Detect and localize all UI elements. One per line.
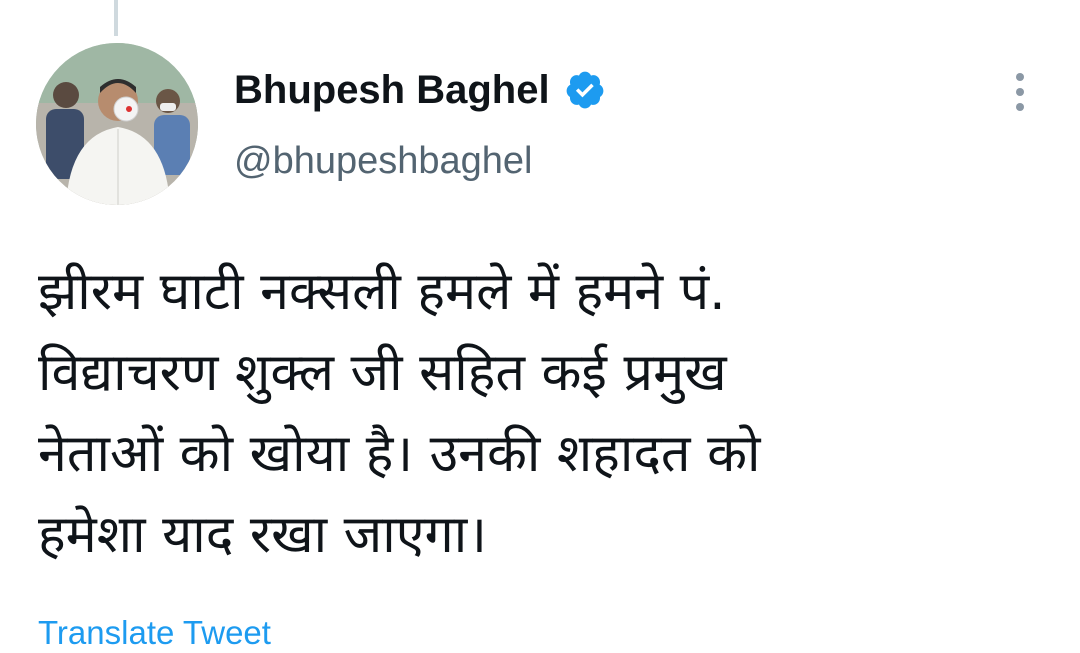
avatar-photo: [36, 43, 198, 205]
tweet-text-line: नेताओं को खोया है। उनकी शहादत को: [38, 424, 761, 484]
tweet-text: झीरम घाटी नक्सली हमले में हमने पं. विद्य…: [38, 252, 1048, 576]
author-handle[interactable]: @bhupeshbaghel: [234, 140, 533, 183]
more-dot: [1016, 103, 1024, 111]
author-display-name[interactable]: Bhupesh Baghel: [234, 68, 550, 113]
tweet-text-line: हमेशा याद रखा जाएगा।: [38, 505, 487, 565]
verified-badge-icon: [564, 69, 606, 111]
tweet-text-line: झीरम घाटी नक्सली हमले में हमने पं.: [38, 262, 726, 322]
tweet-text-line: विद्याचरण शुक्ल जी सहित कई प्रमुख: [38, 343, 727, 403]
more-dot: [1016, 88, 1024, 96]
more-options-icon[interactable]: [1000, 66, 1040, 118]
more-dot: [1016, 73, 1024, 81]
author-name-row[interactable]: Bhupesh Baghel: [234, 62, 606, 118]
tweet-card: Bhupesh Baghel @bhupeshbaghel झीरम घाटी …: [0, 0, 1080, 653]
thread-connector-line: [114, 0, 118, 36]
translate-tweet-link[interactable]: Translate Tweet: [38, 614, 271, 652]
avatar[interactable]: [36, 43, 198, 205]
